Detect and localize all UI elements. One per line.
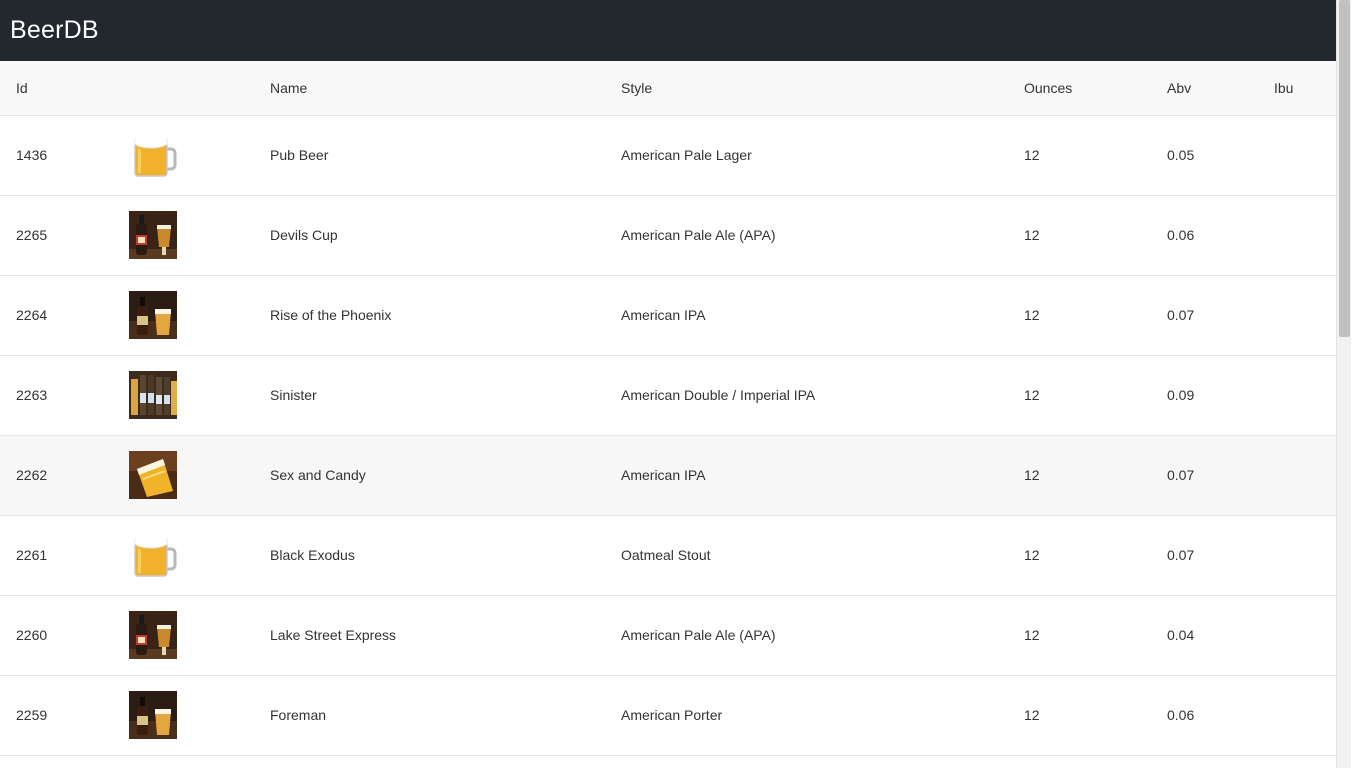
- cell-id: 2260: [16, 627, 48, 643]
- table-row[interactable]: 2264 Rise of the Phoenix American IPA 12 0.…: [0, 275, 1351, 355]
- cell-name: Foreman: [270, 707, 327, 723]
- cell-image: [113, 515, 254, 595]
- cell-ounces: 12: [1024, 227, 1040, 243]
- beer-thumbnail: [129, 611, 177, 659]
- table-row[interactable]: 2259 Foreman American Porter 12 0.06: [0, 675, 1351, 755]
- cell-abv: 0.07: [1167, 467, 1195, 483]
- cell-abv: 0.06: [1167, 707, 1195, 723]
- cell-image: [113, 595, 254, 675]
- cell-name: Sinister: [270, 387, 317, 403]
- cell-id: 2265: [16, 227, 48, 243]
- cell-abv: 0.07: [1167, 547, 1195, 563]
- navbar: BeerDB: [0, 0, 1351, 61]
- table-row[interactable]: 2265 Devils Cup American Pale Ale (APA) 12…: [0, 195, 1351, 275]
- cell-style: American Porter: [621, 707, 723, 723]
- cell-id: 2262: [16, 467, 48, 483]
- beer-table: Id Name Style Ounces Abv Ibu 1436 Pub Be…: [0, 61, 1351, 756]
- column-header-abv[interactable]: Abv: [1151, 61, 1258, 115]
- cell-name: Black Exodus: [270, 547, 355, 563]
- cell-style: American IPA: [621, 307, 706, 323]
- column-header-name[interactable]: Name: [254, 61, 605, 115]
- cell-id: 2259: [16, 707, 48, 723]
- cell-image: [113, 355, 254, 435]
- cell-image: [113, 435, 254, 515]
- cell-abv: 0.07: [1167, 307, 1195, 323]
- cell-name: Lake Street Express: [270, 627, 397, 643]
- table-header-row: Id Name Style Ounces Abv Ibu: [0, 61, 1351, 115]
- cell-id: 1436: [16, 147, 48, 163]
- beer-thumbnail: [129, 531, 177, 579]
- cell-name: Sex and Candy: [270, 467, 366, 483]
- cell-id: 2263: [16, 387, 48, 403]
- cell-ounces: 12: [1024, 547, 1040, 563]
- cell-ounces: 12: [1024, 627, 1040, 643]
- table-row[interactable]: 2262 Sex and Candy American IPA 12 0.07: [0, 435, 1351, 515]
- column-header-id[interactable]: Id: [0, 61, 113, 115]
- cell-style: American Pale Ale (APA): [621, 227, 776, 243]
- cell-image: [113, 115, 254, 195]
- cell-style: American IPA: [621, 467, 706, 483]
- beer-thumbnail: [129, 291, 177, 339]
- beer-thumbnail: [129, 131, 177, 179]
- scrollbar-thumb[interactable]: [1339, 0, 1350, 337]
- column-header-image: [113, 61, 254, 115]
- beer-thumbnail: [129, 691, 177, 739]
- app-title[interactable]: BeerDB: [10, 16, 99, 45]
- cell-name: Devils Cup: [270, 227, 338, 243]
- vertical-scrollbar[interactable]: [1336, 0, 1351, 768]
- table-body: 1436 Pub Beer American Pale Lager 12 0.05 22…: [0, 115, 1351, 755]
- cell-ounces: 12: [1024, 387, 1040, 403]
- cell-abv: 0.05: [1167, 147, 1195, 163]
- cell-name: Rise of the Phoenix: [270, 307, 392, 323]
- table-row[interactable]: 2261 Black Exodus Oatmeal Stout 12 0.07: [0, 515, 1351, 595]
- cell-style: American Pale Lager: [621, 147, 752, 163]
- cell-abv: 0.06: [1167, 227, 1195, 243]
- table-row[interactable]: 1436 Pub Beer American Pale Lager 12 0.05: [0, 115, 1351, 195]
- cell-name: Pub Beer: [270, 147, 329, 163]
- cell-id: 2261: [16, 547, 48, 563]
- beer-thumbnail: [129, 371, 177, 419]
- table-row[interactable]: 2263 Sinister American Double / Imperial …: [0, 355, 1351, 435]
- cell-id: 2264: [16, 307, 48, 323]
- column-header-style[interactable]: Style: [605, 61, 1008, 115]
- cell-image: [113, 275, 254, 355]
- cell-image: [113, 675, 254, 755]
- table-row[interactable]: 2260 Lake Street Express American Pale Al…: [0, 595, 1351, 675]
- cell-abv: 0.04: [1167, 627, 1195, 643]
- beer-thumbnail: [129, 451, 177, 499]
- cell-style: American Pale Ale (APA): [621, 627, 776, 643]
- cell-ounces: 12: [1024, 467, 1040, 483]
- column-header-ounces[interactable]: Ounces: [1008, 61, 1151, 115]
- cell-style: American Double / Imperial IPA: [621, 387, 816, 403]
- app: BeerDB Id Name Style Ounces Abv Ibu 1436…: [0, 0, 1351, 768]
- cell-ounces: 12: [1024, 307, 1040, 323]
- cell-ounces: 12: [1024, 147, 1040, 163]
- cell-abv: 0.09: [1167, 387, 1195, 403]
- cell-ounces: 12: [1024, 707, 1040, 723]
- beer-thumbnail: [129, 211, 177, 259]
- cell-image: [113, 195, 254, 275]
- cell-style: Oatmeal Stout: [621, 547, 711, 563]
